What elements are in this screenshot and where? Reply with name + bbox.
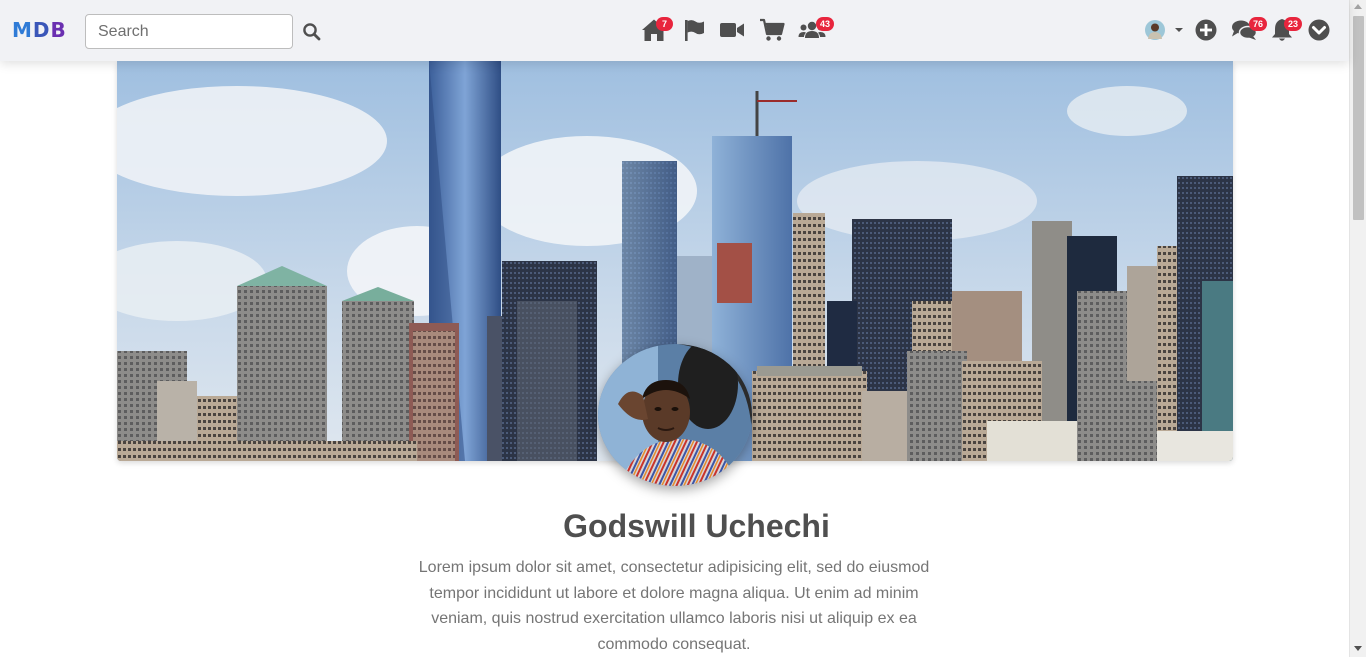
brand-logo[interactable]: MDB — [12, 18, 67, 42]
brand-letter-b: B — [50, 18, 67, 42]
page-scrollbar[interactable] — [1349, 0, 1366, 657]
users-icon[interactable]: 43 — [798, 16, 835, 44]
profile-name: Godswill Uchechi — [563, 508, 830, 544]
home-badge: 7 — [656, 17, 673, 31]
user-avatar-dropdown[interactable] — [1144, 16, 1184, 44]
users-badge: 43 — [816, 17, 835, 31]
search-input[interactable] — [85, 14, 293, 49]
comments-badge: 76 — [1249, 17, 1268, 31]
profile-page: MDB 7 43 — [0, 0, 1366, 657]
cart-icon[interactable] — [758, 16, 786, 44]
brand-letter-m: M — [12, 18, 33, 42]
profile-bio: Lorem ipsum dolor sit amet, consectetur … — [418, 559, 930, 654]
plus-circle-icon[interactable] — [1192, 16, 1220, 44]
top-navbar: MDB 7 43 — [0, 0, 1349, 61]
video-icon[interactable] — [718, 16, 746, 44]
chevron-circle-down-icon[interactable] — [1305, 16, 1333, 44]
search-icon[interactable] — [302, 22, 322, 42]
scroll-down-arrow-icon[interactable] — [1354, 646, 1362, 651]
profile-avatar[interactable] — [598, 344, 752, 486]
brand-letter-d: D — [32, 18, 51, 42]
flag-icon[interactable] — [681, 16, 709, 44]
scroll-thumb[interactable] — [1353, 16, 1364, 220]
scroll-up-arrow-icon[interactable] — [1354, 4, 1362, 9]
home-icon[interactable]: 7 — [640, 16, 673, 44]
comments-icon[interactable]: 76 — [1230, 16, 1268, 44]
bell-badge: 23 — [1284, 17, 1303, 31]
bell-icon[interactable]: 23 — [1268, 16, 1303, 44]
